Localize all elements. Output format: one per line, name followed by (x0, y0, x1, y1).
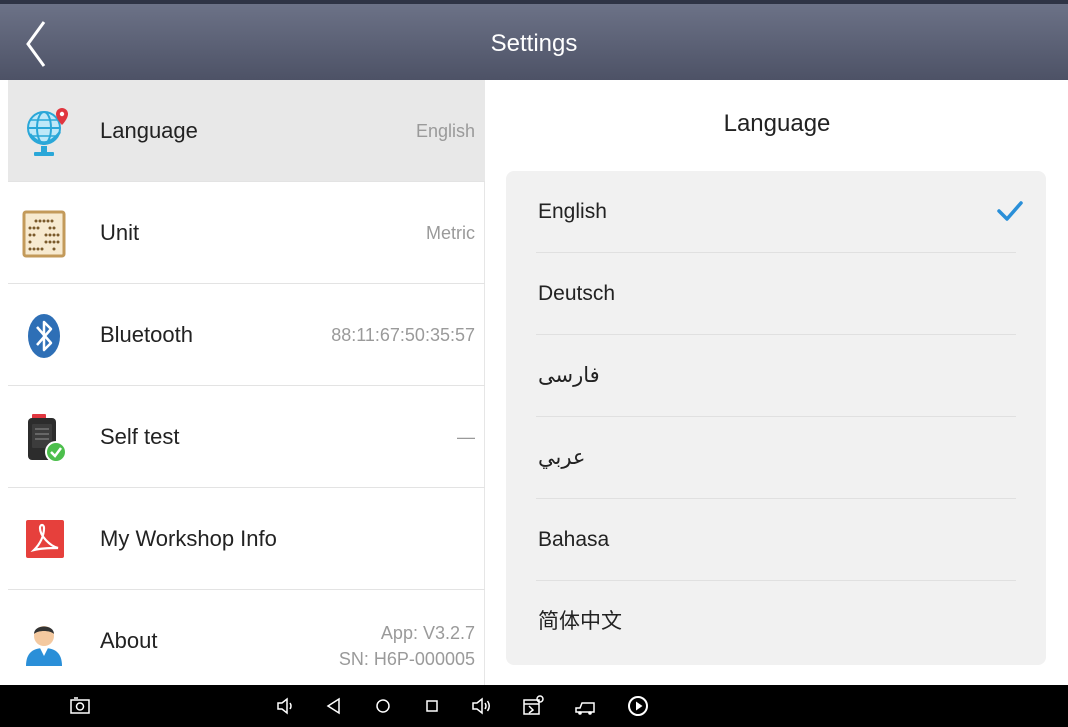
settings-item-label: Unit (100, 220, 140, 245)
serial-number: SN: H6P-000005 (338, 649, 475, 669)
language-option-label: Bahasa (538, 528, 610, 551)
settings-item-about[interactable]: About App: V3.2.7 SN: H6P-000005 (8, 590, 485, 685)
settings-item-label: Self test (100, 424, 180, 449)
language-option-deutsch[interactable]: Deutsch (536, 253, 1016, 335)
language-option-chinese[interactable]: 简体中文 (536, 581, 1016, 663)
settings-item-bluetooth[interactable]: Bluetooth 88:11:67:50:35:57 (8, 284, 485, 386)
pdf-icon (26, 520, 64, 558)
volume-down-icon[interactable] (273, 694, 297, 718)
language-option-bahasa[interactable]: Bahasa (536, 499, 1016, 581)
settings-item-label: Language (100, 118, 198, 143)
language-option-label: 简体中文 (538, 610, 622, 633)
vci-connect-icon[interactable] (521, 694, 545, 718)
language-option-farsi[interactable]: فارسی (536, 335, 1016, 417)
settings-item-language[interactable]: Language English (8, 80, 485, 182)
about-version-info: App: V3.2.7 SN: H6P-000005 (339, 620, 475, 672)
language-panel: Language English Deutsch فارسی عربي Baha… (486, 80, 1068, 685)
checkmark-icon (997, 201, 1023, 221)
settings-item-value: — (457, 427, 475, 447)
settings-item-value: 88:11:67:50:35:57 (331, 325, 475, 345)
language-options: English Deutsch فارسی عربي Bahasa 简体中文 (506, 171, 1046, 665)
language-option-label: English (538, 200, 607, 223)
nav-back-icon[interactable] (322, 694, 346, 718)
screenshot-icon[interactable] (68, 694, 92, 718)
language-option-english[interactable]: English (536, 171, 1023, 253)
language-option-label: فارسی (538, 364, 600, 387)
volume-up-icon[interactable] (469, 694, 493, 718)
nav-home-icon[interactable] (371, 694, 395, 718)
settings-item-label: Bluetooth (100, 322, 193, 347)
settings-item-self-test[interactable]: Self test — (8, 386, 485, 488)
vehicle-connect-icon[interactable] (573, 694, 597, 718)
abacus-icon (22, 210, 66, 258)
app-header: Settings (0, 0, 1068, 80)
settings-item-value: English (415, 121, 475, 141)
system-nav-bar (0, 685, 1068, 727)
language-panel-title: Language (723, 110, 831, 137)
app-version: App: V3.2.7 (380, 623, 475, 643)
settings-item-label: My Workshop Info (100, 526, 277, 551)
bluetooth-icon (28, 314, 60, 358)
page-title: Settings (490, 30, 578, 57)
settings-item-workshop-info[interactable]: My Workshop Info (8, 488, 485, 590)
language-option-arabic[interactable]: عربي (536, 417, 1016, 499)
play-circle-icon[interactable] (626, 694, 650, 718)
language-option-label: عربي (538, 446, 586, 469)
settings-item-value: Metric (426, 223, 475, 243)
settings-item-label: About (100, 628, 158, 653)
settings-list: Language English Unit Metric Bluetooth 8… (8, 80, 485, 685)
device-check-icon (28, 414, 67, 463)
settings-item-unit[interactable]: Unit Metric (8, 182, 485, 284)
nav-recents-icon[interactable] (420, 694, 444, 718)
language-option-label: Deutsch (538, 282, 616, 305)
user-avatar-icon (26, 626, 62, 666)
globe-icon (27, 108, 68, 156)
